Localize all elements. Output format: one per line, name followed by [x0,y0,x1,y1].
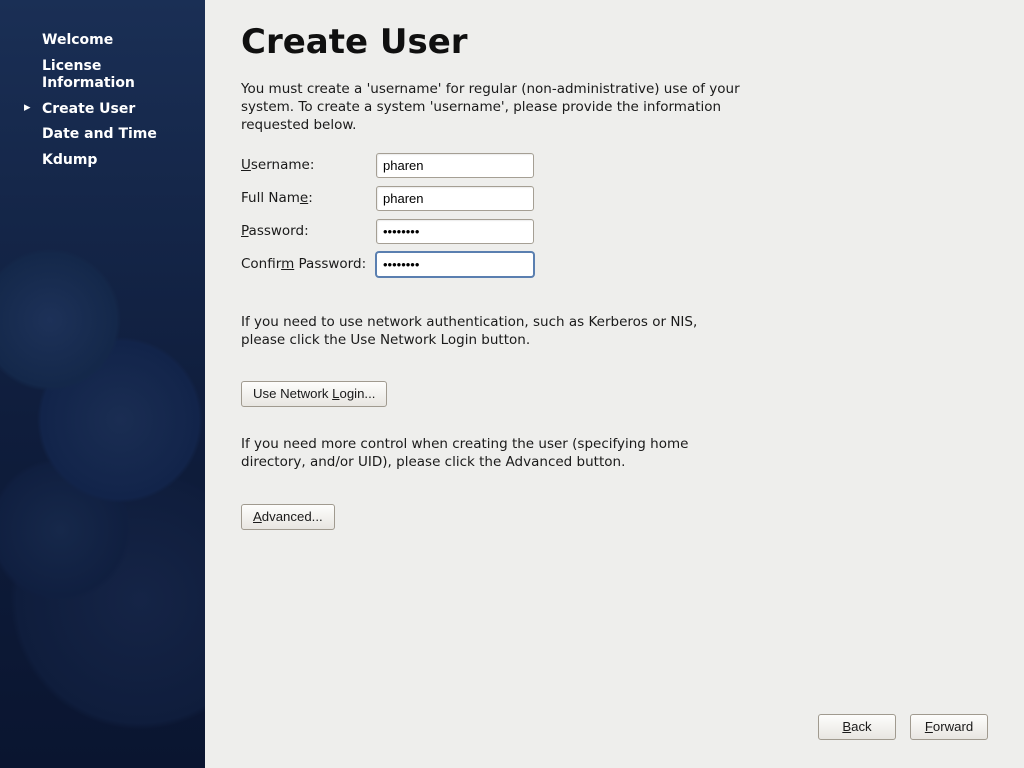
sidebar: Welcome License Information Create User … [0,0,205,768]
back-button[interactable]: Back [818,714,896,740]
sidebar-item-create-user[interactable]: Create User [20,97,187,123]
sidebar-item-label: Kdump [42,152,97,168]
sidebar-item-kdump[interactable]: Kdump [20,148,187,174]
page-title: Create User [241,22,988,62]
network-login-text: If you need to use network authenticatio… [241,313,741,349]
row-password: Password: [241,219,988,244]
label-password: Password: [241,223,376,239]
fullname-input[interactable] [376,186,534,211]
sidebar-item-label: Date and Time [42,126,157,142]
label-fullname: Full Name: [241,190,376,206]
main-panel: Create User You must create a 'username'… [205,0,1024,768]
use-network-login-button[interactable]: Use Network Login... [241,381,387,407]
username-input[interactable] [376,153,534,178]
intro-text: You must create a 'username' for regular… [241,80,741,135]
sidebar-item-label: Welcome [42,32,113,48]
footer-buttons: Back Forward [818,714,988,740]
sidebar-item-date-time[interactable]: Date and Time [20,122,187,148]
forward-button[interactable]: Forward [910,714,988,740]
row-confirm: Confirm Password: [241,252,988,277]
advanced-text: If you need more control when creating t… [241,435,741,471]
advanced-button[interactable]: Advanced... [241,504,335,530]
label-username: Username: [241,157,376,173]
row-fullname: Full Name: [241,186,988,211]
confirm-password-input[interactable] [376,252,534,277]
sidebar-item-label: Create User [42,101,135,117]
label-confirm: Confirm Password: [241,256,376,272]
password-input[interactable] [376,219,534,244]
row-username: Username: [241,153,988,178]
sidebar-item-label: License Information [42,58,135,92]
sidebar-item-welcome[interactable]: Welcome [20,28,187,54]
sidebar-item-license[interactable]: License Information [20,54,187,97]
